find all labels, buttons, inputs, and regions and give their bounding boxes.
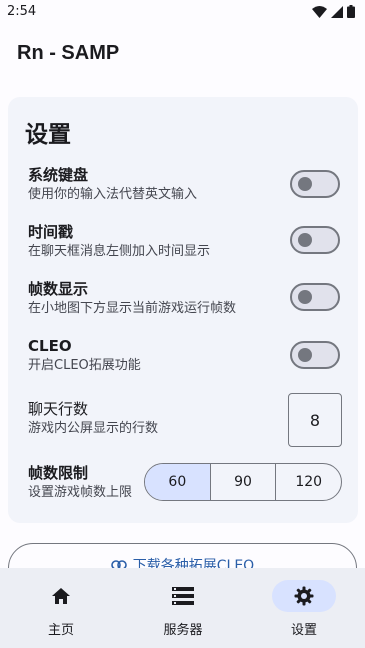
nav-label: 主页 (47, 623, 74, 638)
fps-display-toggle[interactable] (290, 283, 340, 311)
status-time: 2:54 (7, 4, 37, 19)
nav-servers-pill (151, 580, 215, 612)
fps-option-90[interactable]: 90 (209, 464, 276, 500)
server-icon (172, 587, 194, 605)
nav-home-pill (29, 580, 93, 612)
fps-option-60[interactable]: 60 (145, 464, 210, 500)
bottom-nav: 主页 服务器 设置 (0, 568, 365, 648)
system-keyboard-toggle[interactable] (290, 170, 340, 198)
settings-title: 设置 (25, 122, 71, 148)
home-icon (52, 588, 70, 604)
setting-timestamp: 时间戳 在聊天框消息左侧加入时间显示 (28, 222, 342, 261)
toggle-knob (298, 177, 312, 191)
status-bar: 2:54 (0, 0, 365, 26)
chat-lines-input[interactable]: 8 (288, 393, 342, 447)
signal-icon (331, 5, 343, 18)
battery-icon (347, 5, 355, 18)
nav-label: 设置 (290, 623, 317, 638)
nav-settings-pill (272, 580, 336, 612)
nav-label: 服务器 (163, 623, 203, 638)
gear-icon (294, 586, 314, 606)
settings-card: 设置 系统键盘 使用你的输入法代替英文输入 时间戳 在聊天框消息左侧加入时间显示… (8, 97, 358, 523)
app-title: Rn - SAMP (17, 42, 120, 64)
nav-item-servers[interactable]: 服务器 (122, 568, 244, 648)
cleo-toggle[interactable] (290, 341, 340, 369)
wifi-icon (312, 5, 327, 18)
timestamp-toggle[interactable] (290, 226, 340, 254)
nav-item-settings[interactable]: 设置 (243, 568, 365, 648)
setting-cleo: CLEO 开启CLEO拓展功能 (28, 336, 342, 375)
setting-fps-limit: 帧数限制 设置游戏帧数上限 60 90 120 (28, 463, 342, 502)
setting-system-keyboard: 系统键盘 使用你的输入法代替英文输入 (28, 165, 342, 204)
setting-chat-lines: 聊天行数 游戏内公屏显示的行数 8 (28, 393, 342, 457)
fps-option-120[interactable]: 120 (275, 464, 341, 500)
toggle-knob (298, 348, 312, 362)
toggle-knob (298, 233, 312, 247)
fps-limit-selector: 60 90 120 (144, 463, 342, 501)
setting-fps-display: 帧数显示 在小地图下方显示当前游戏运行帧数 (28, 279, 342, 318)
status-icons (312, 5, 355, 18)
nav-item-home[interactable]: 主页 (0, 568, 122, 648)
toggle-knob (298, 290, 312, 304)
